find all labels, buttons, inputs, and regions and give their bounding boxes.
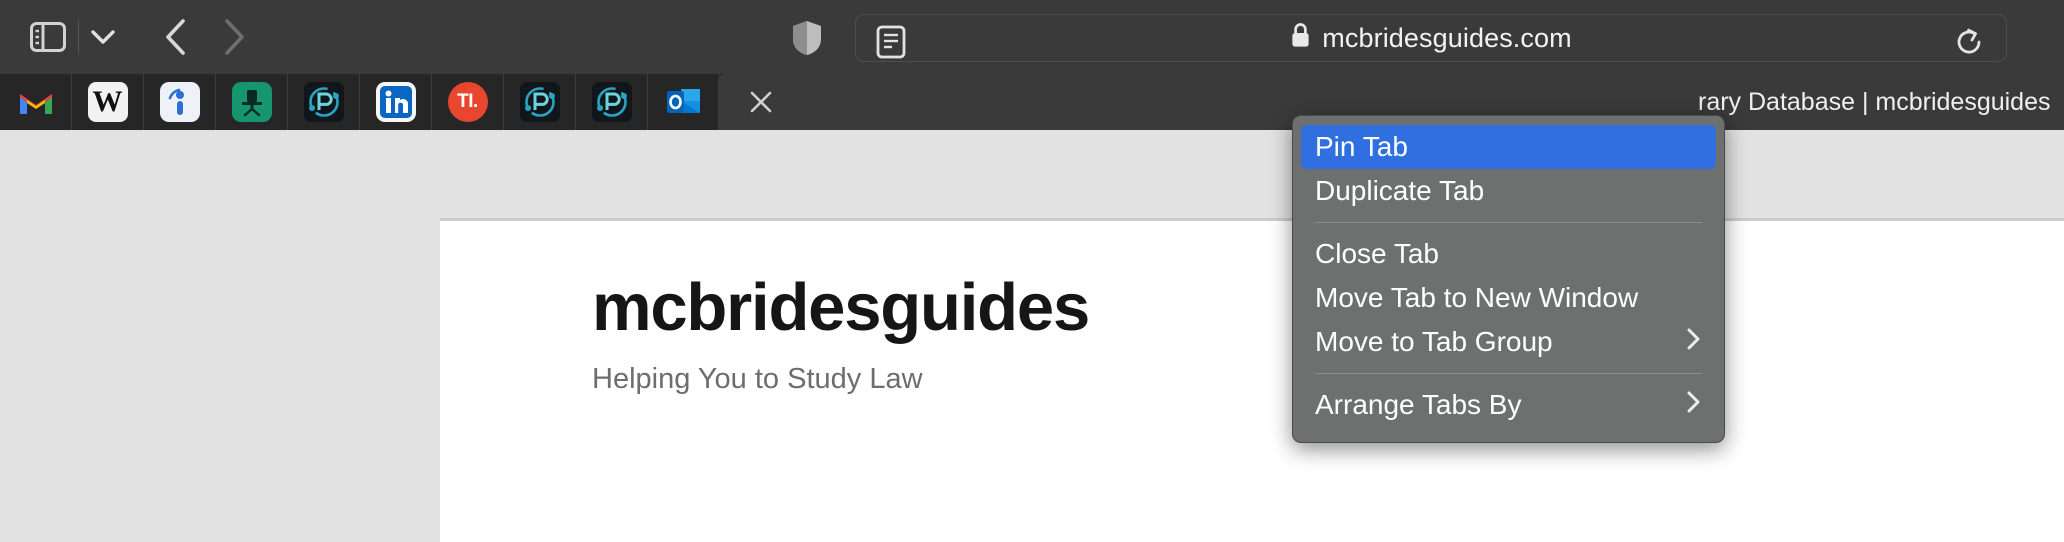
context-menu-item-move-tab-to-new-window[interactable]: Move Tab to New Window <box>1301 276 1716 320</box>
context-menu-item-duplicate-tab[interactable]: Duplicate Tab <box>1301 169 1716 213</box>
address-bar[interactable]: mcbridesguides.com <box>855 14 2007 62</box>
close-tab-icon[interactable] <box>744 85 778 119</box>
linkedin-icon <box>375 82 416 122</box>
context-menu-item-label: Arrange Tabs By <box>1315 389 1522 420</box>
pinned-tab-linkedin[interactable] <box>360 74 432 130</box>
info-app-icon <box>159 82 200 122</box>
submenu-chevron-right-icon <box>1685 389 1702 422</box>
context-menu-item-pin-tab[interactable]: Pin Tab <box>1301 125 1716 169</box>
browser-window: mcbridesguides.com W TI. rary Database |… <box>0 0 2064 542</box>
context-menu-item-label: Duplicate Tab <box>1315 175 1485 206</box>
context-menu-item-label: Move to Tab Group <box>1315 326 1553 357</box>
page-viewport: mcbridesguides Helping You to Study Law <box>0 130 2064 542</box>
pinned-tab-practice-1[interactable] <box>288 74 360 130</box>
site-tagline: Helping You to Study Law <box>592 363 923 395</box>
active-tab-title: rary Database | mcbridesguides <box>1698 88 2051 116</box>
tab-strip: W TI. rary Database | mcbridesguides <box>0 74 2064 130</box>
pinned-tab-ti[interactable]: TI. <box>432 74 504 130</box>
practice-p-icon <box>591 82 632 122</box>
url-display[interactable]: mcbridesguides.com <box>856 15 2006 61</box>
context-menu-item-arrange-tabs-by[interactable]: Arrange Tabs By <box>1301 383 1716 427</box>
westlaw-icon: W <box>87 82 128 122</box>
westlaw-letter: W <box>92 85 123 118</box>
pinned-tab-info-app[interactable] <box>144 74 216 130</box>
outlook-icon <box>664 82 704 122</box>
pinned-tab-practice-2[interactable] <box>504 74 576 130</box>
forward-button[interactable] <box>221 17 247 57</box>
context-menu-separator <box>1315 222 1702 223</box>
page-content-card: mcbridesguides Helping You to Study Law <box>440 218 2064 542</box>
pinned-tab-desk[interactable] <box>216 74 288 130</box>
context-menu-item-label: Close Tab <box>1315 238 1440 269</box>
pinned-tab-westlaw[interactable]: W <box>72 74 144 130</box>
context-menu-item-label: Move Tab to New Window <box>1315 282 1639 313</box>
practice-p-icon <box>303 82 344 122</box>
sidebar-toggle-button[interactable] <box>30 22 66 52</box>
toolbar-divider <box>78 20 79 54</box>
context-menu-item-close-tab[interactable]: Close Tab <box>1301 232 1716 276</box>
privacy-shield-icon[interactable] <box>790 19 824 57</box>
desk-chair-icon <box>231 82 272 122</box>
back-button[interactable] <box>163 17 189 57</box>
gmail-icon <box>16 82 56 122</box>
reload-button[interactable] <box>1954 26 1984 63</box>
submenu-chevron-right-icon <box>1685 326 1702 359</box>
site-title: mcbridesguides <box>592 270 1090 345</box>
context-menu-separator <box>1315 373 1702 374</box>
tab-context-menu: Pin Tab Duplicate Tab Close Tab Move Tab… <box>1292 115 1725 443</box>
pinned-tab-practice-3[interactable] <box>576 74 648 130</box>
ti-icon: TI. <box>447 82 488 122</box>
context-menu-item-label: Pin Tab <box>1315 131 1408 162</box>
pinned-tab-gmail[interactable] <box>0 74 72 130</box>
browser-toolbar: mcbridesguides.com <box>0 0 2064 74</box>
chevron-down-icon[interactable] <box>83 29 123 45</box>
url-text: mcbridesguides.com <box>1322 22 1572 53</box>
lock-icon <box>1290 22 1311 54</box>
ti-letter: TI. <box>457 91 478 112</box>
context-menu-item-move-to-tab-group[interactable]: Move to Tab Group <box>1301 320 1716 364</box>
practice-p-icon <box>519 82 560 122</box>
pinned-tab-outlook[interactable] <box>648 74 720 130</box>
